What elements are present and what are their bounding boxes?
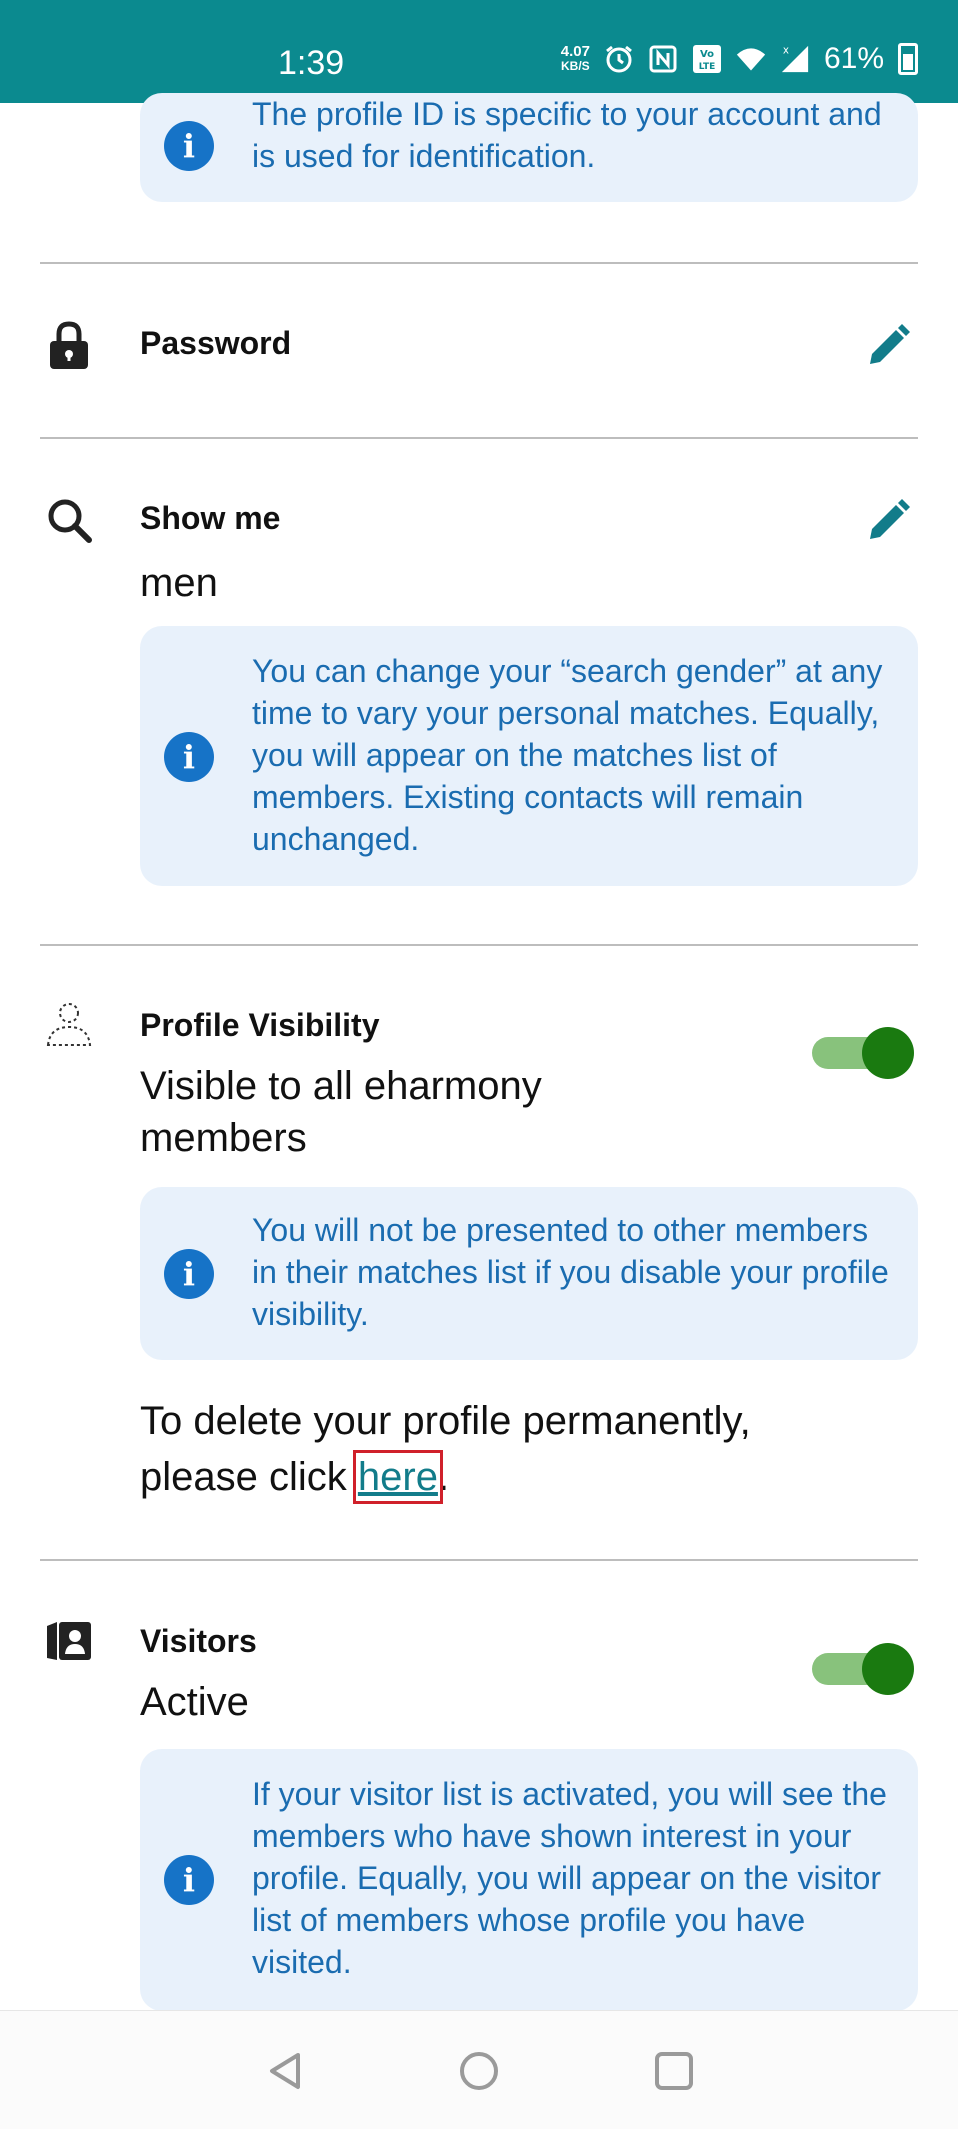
toggle-knob (862, 1643, 914, 1695)
profile-visibility-value: Visible to all eharmony members (140, 1064, 542, 1160)
visitors-toggle[interactable] (812, 1640, 914, 1696)
svg-text:Vo: Vo (700, 49, 714, 60)
back-button[interactable] (264, 2049, 308, 2093)
info-icon: i (164, 121, 214, 171)
status-icons: 4.07 KB/S Vo LTE x 61% (561, 42, 918, 76)
delete-profile-link[interactable]: here (352, 1450, 443, 1504)
info-icon: i (164, 1249, 214, 1299)
status-bar: 1:39 4.07 KB/S Vo LTE x 61% (0, 0, 958, 103)
nfc-icon (648, 44, 678, 74)
visitors-info-box: i If your visitor list is activated, you… (140, 1749, 918, 2011)
lock-icon (44, 320, 94, 370)
pencil-icon (866, 498, 910, 548)
battery-percent: 61% (823, 42, 884, 75)
show-me-title: Show me (140, 500, 281, 536)
edit-password-button[interactable] (862, 322, 914, 374)
show-me-info-box: i You can change your “search gender” at… (140, 626, 918, 886)
pencil-icon (866, 323, 910, 373)
wifi-icon (736, 44, 766, 74)
battery-icon (898, 43, 918, 75)
divider (40, 437, 918, 439)
visitors-value: Active (140, 1680, 249, 1724)
profile-silhouette-icon (44, 999, 94, 1049)
show-me-info-text: You can change your “search gender” at a… (252, 653, 883, 857)
profile-visibility-title: Profile Visibility (140, 1007, 380, 1043)
password-title: Password (140, 325, 292, 361)
signal-icon: x (780, 44, 810, 74)
divider (40, 944, 918, 946)
network-speed-value: 4.07 (560, 43, 590, 60)
delete-profile-text: To delete your profile permanently, plea… (140, 1393, 780, 1505)
svg-text:x: x (783, 44, 789, 56)
divider (40, 1559, 918, 1561)
profile-id-info-box: i The profile ID is specific to your acc… (140, 93, 918, 202)
volte-icon: Vo LTE (692, 44, 722, 74)
info-icon: i (164, 732, 214, 782)
status-time: 1:39 (278, 44, 345, 82)
alarm-icon (604, 44, 634, 74)
info-icon: i (164, 1855, 214, 1905)
search-icon (44, 495, 94, 545)
delete-profile-suffix: . (437, 1455, 450, 1499)
network-speed-unit: KB/S (561, 59, 590, 73)
svg-text:LTE: LTE (699, 62, 716, 72)
recents-button[interactable] (652, 2049, 696, 2093)
network-speed: 4.07 KB/S (561, 44, 590, 74)
edit-show-me-button[interactable] (862, 497, 914, 549)
visitors-title: Visitors (140, 1623, 257, 1659)
toggle-knob (862, 1027, 914, 1079)
system-nav-bar (0, 2010, 958, 2129)
visitors-icon (44, 1616, 94, 1666)
profile-visibility-toggle[interactable] (812, 1024, 914, 1080)
visitors-info-text: If your visitor list is activated, you w… (252, 1776, 887, 1980)
profile-visibility-info-box: i You will not be presented to other mem… (140, 1187, 918, 1360)
profile-visibility-info-text: You will not be presented to other membe… (252, 1212, 889, 1332)
show-me-value: men (140, 561, 218, 605)
home-button[interactable] (457, 2049, 501, 2093)
profile-id-info-text: The profile ID is specific to your accou… (252, 96, 882, 174)
divider (40, 262, 918, 264)
